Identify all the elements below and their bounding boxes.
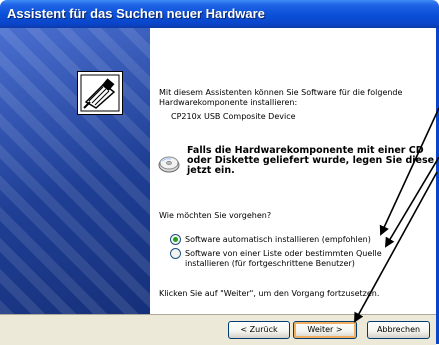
footer-hint: Klicken Sie auf "Weiter", um den Vorgang… xyxy=(159,289,380,298)
option-auto-install-label[interactable]: Software automatisch installieren (empfo… xyxy=(185,235,371,244)
button-bar: < Zurück Weiter > Abbrechen xyxy=(0,314,436,345)
next-button[interactable]: Weiter > xyxy=(293,321,357,339)
radio-auto-install[interactable] xyxy=(170,234,181,245)
intro-text-line1: Mit diesem Assistenten können Sie Softwa… xyxy=(159,88,403,97)
wizard-side-panel xyxy=(0,28,150,314)
hardware-icon xyxy=(77,71,123,115)
wizard-content: Mit diesem Assistenten können Sie Softwa… xyxy=(150,28,436,314)
question-text: Wie möchten Sie vorgehen? xyxy=(159,211,272,220)
cancel-button[interactable]: Abbrechen xyxy=(367,321,430,339)
intro-text-line2: Hardwarekomponente installieren: xyxy=(159,98,298,107)
cd-hint-line3: jetzt ein. xyxy=(187,165,235,176)
device-name: CP210x USB Composite Device xyxy=(171,112,296,121)
back-button[interactable]: < Zurück xyxy=(228,321,290,339)
option-manual-install-label-line1[interactable]: Software von einer Liste oder bestimmten… xyxy=(185,249,382,258)
window-title: Assistent für das Suchen neuer Hardware xyxy=(7,6,265,21)
title-bar[interactable]: Assistent für das Suchen neuer Hardware xyxy=(0,0,439,28)
cd-icon xyxy=(158,152,180,174)
radio-manual-install[interactable] xyxy=(170,248,181,259)
option-manual-install-label-line2[interactable]: installieren (für fortgeschrittene Benut… xyxy=(185,259,355,268)
